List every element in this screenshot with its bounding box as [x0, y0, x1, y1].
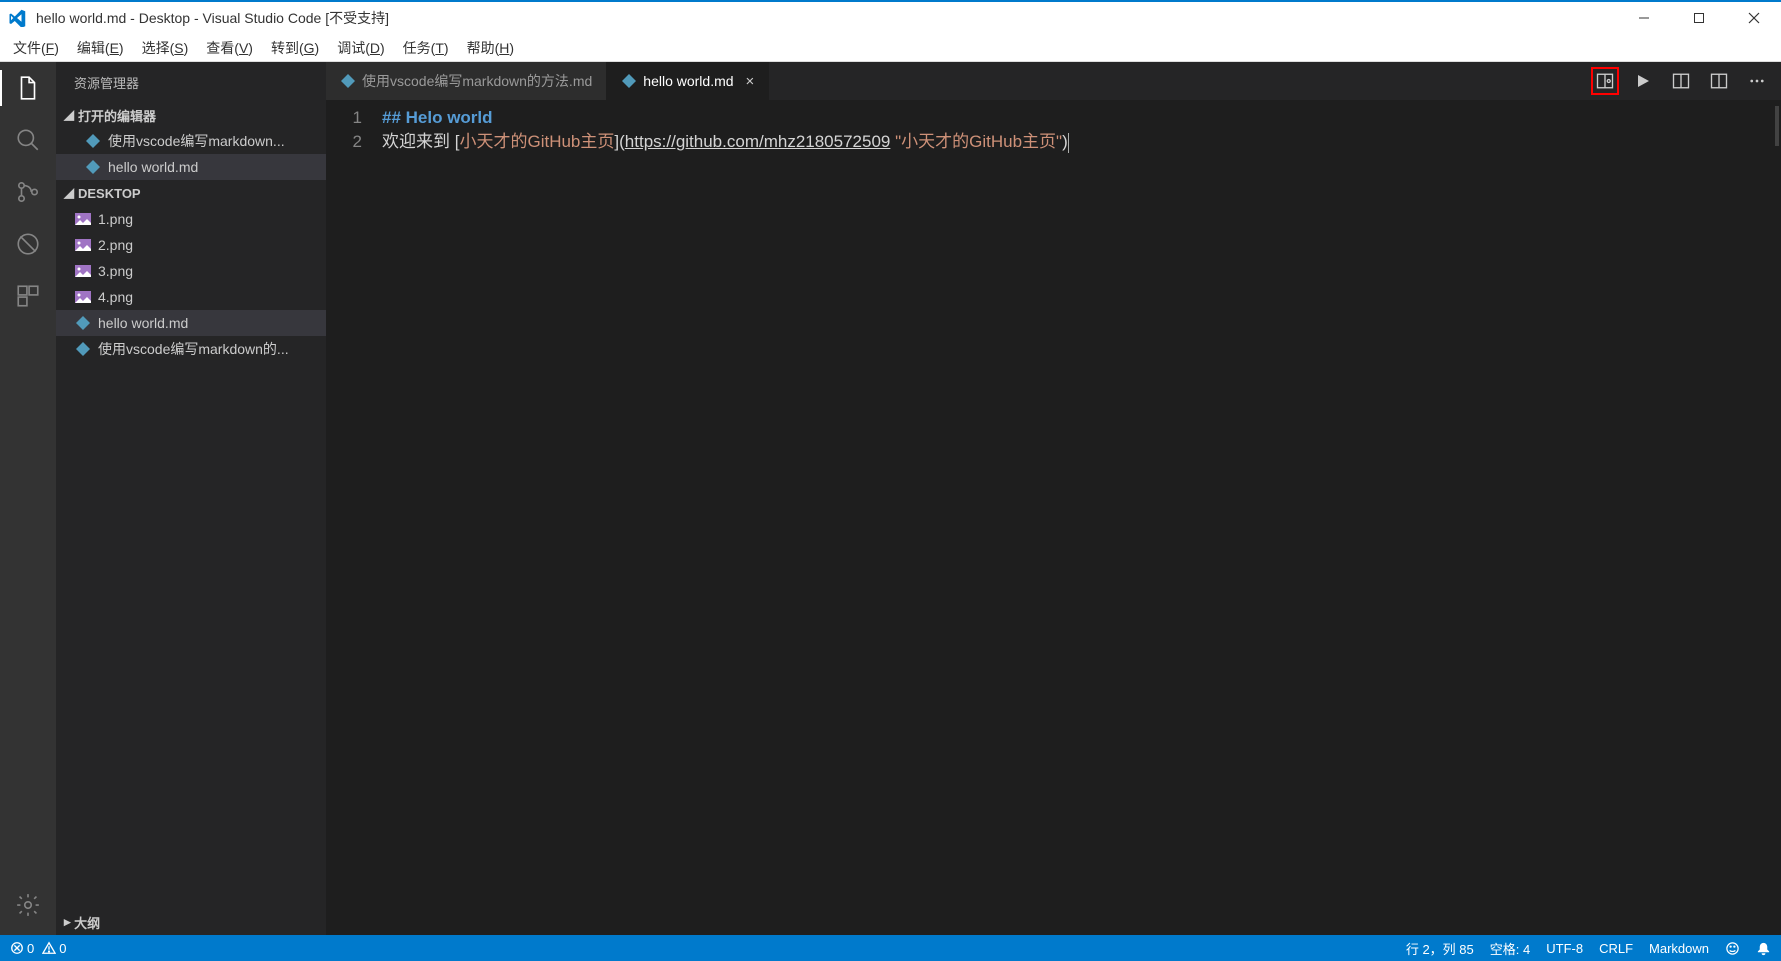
- markdown-file-icon: [621, 73, 637, 89]
- image-file-icon: [74, 288, 92, 306]
- preview-button[interactable]: [1667, 67, 1695, 95]
- feedback-icon[interactable]: [1725, 941, 1740, 956]
- explorer-icon[interactable]: [12, 72, 44, 104]
- close-tab-icon[interactable]: ×: [746, 73, 755, 90]
- statusbar: 0 0 行 2，列 85 空格: 4 UTF-8 CRLF Markdown: [0, 935, 1781, 961]
- errors-indicator[interactable]: 0: [10, 941, 34, 956]
- open-preview-side-button[interactable]: [1591, 67, 1619, 95]
- file-item[interactable]: hello world.md: [56, 310, 326, 336]
- code-content[interactable]: ## Helo world 欢迎来到 [小天才的GitHub主页](https:…: [382, 100, 1781, 935]
- window-titlebar: hello world.md - Desktop - Visual Studio…: [0, 0, 1781, 34]
- menubar: 文件(F) 编辑(E) 选择(S) 查看(V) 转到(G) 调试(D) 任务(T…: [0, 34, 1781, 62]
- indentation[interactable]: 空格: 4: [1490, 939, 1530, 958]
- menu-view[interactable]: 查看(V): [197, 36, 262, 60]
- file-item[interactable]: 4.png: [56, 284, 326, 310]
- menu-file[interactable]: 文件(F): [4, 36, 68, 60]
- image-file-icon: [74, 236, 92, 254]
- cursor-position[interactable]: 行 2，列 85: [1406, 939, 1474, 958]
- sidebar-title: 资源管理器: [56, 62, 326, 102]
- open-editor-item[interactable]: 使用vscode编写markdown...: [56, 128, 326, 154]
- image-file-icon: [74, 210, 92, 228]
- encoding[interactable]: UTF-8: [1546, 941, 1583, 956]
- notifications-icon[interactable]: [1756, 941, 1771, 956]
- maximize-button[interactable]: [1671, 2, 1726, 34]
- markdown-file-icon: [84, 158, 102, 176]
- activity-bar: [0, 62, 56, 935]
- editor-area: 使用vscode编写markdown的方法.md hello world.md …: [326, 62, 1781, 935]
- file-item[interactable]: 1.png: [56, 206, 326, 232]
- line-gutter: 1 2: [326, 100, 382, 935]
- debug-icon[interactable]: [12, 228, 44, 260]
- minimap[interactable]: [1775, 106, 1779, 146]
- vscode-icon: [6, 7, 28, 29]
- eol[interactable]: CRLF: [1599, 941, 1633, 956]
- image-file-icon: [74, 262, 92, 280]
- split-editor-button[interactable]: [1705, 67, 1733, 95]
- run-button[interactable]: [1629, 67, 1657, 95]
- minimize-button[interactable]: [1616, 2, 1671, 34]
- file-item[interactable]: 2.png: [56, 232, 326, 258]
- search-icon[interactable]: [12, 124, 44, 156]
- menu-select[interactable]: 选择(S): [133, 36, 198, 60]
- sidebar: 资源管理器 ◢打开的编辑器 使用vscode编写markdown... hell…: [56, 62, 326, 935]
- workspace-header[interactable]: ◢DESKTOP: [56, 180, 326, 206]
- open-editor-item[interactable]: hello world.md: [56, 154, 326, 180]
- menu-help[interactable]: 帮助(H): [458, 36, 523, 60]
- menu-debug[interactable]: 调试(D): [328, 36, 393, 60]
- markdown-file-icon: [74, 340, 92, 358]
- menu-edit[interactable]: 编辑(E): [68, 36, 133, 60]
- tabbar: 使用vscode编写markdown的方法.md hello world.md …: [326, 62, 1781, 100]
- settings-icon[interactable]: [12, 889, 44, 921]
- warnings-indicator[interactable]: 0: [42, 941, 66, 956]
- menu-goto[interactable]: 转到(G): [262, 36, 328, 60]
- editor-tab[interactable]: hello world.md ×: [607, 62, 769, 100]
- menu-task[interactable]: 任务(T): [394, 36, 458, 60]
- file-item[interactable]: 3.png: [56, 258, 326, 284]
- markdown-file-icon: [74, 314, 92, 332]
- source-control-icon[interactable]: [12, 176, 44, 208]
- close-button[interactable]: [1726, 2, 1781, 34]
- markdown-file-icon: [84, 132, 102, 150]
- editor-tab[interactable]: 使用vscode编写markdown的方法.md: [326, 62, 607, 100]
- outline-header[interactable]: ▸ 大纲: [56, 909, 326, 935]
- editor[interactable]: 1 2 ## Helo world 欢迎来到 [小天才的GitHub主页](ht…: [326, 100, 1781, 935]
- language-mode[interactable]: Markdown: [1649, 941, 1709, 956]
- file-item[interactable]: 使用vscode编写markdown的...: [56, 336, 326, 362]
- extensions-icon[interactable]: [12, 280, 44, 312]
- more-actions-button[interactable]: [1743, 67, 1771, 95]
- window-title: hello world.md - Desktop - Visual Studio…: [36, 8, 1616, 28]
- markdown-file-icon: [340, 73, 356, 89]
- open-editors-header[interactable]: ◢打开的编辑器: [56, 102, 326, 128]
